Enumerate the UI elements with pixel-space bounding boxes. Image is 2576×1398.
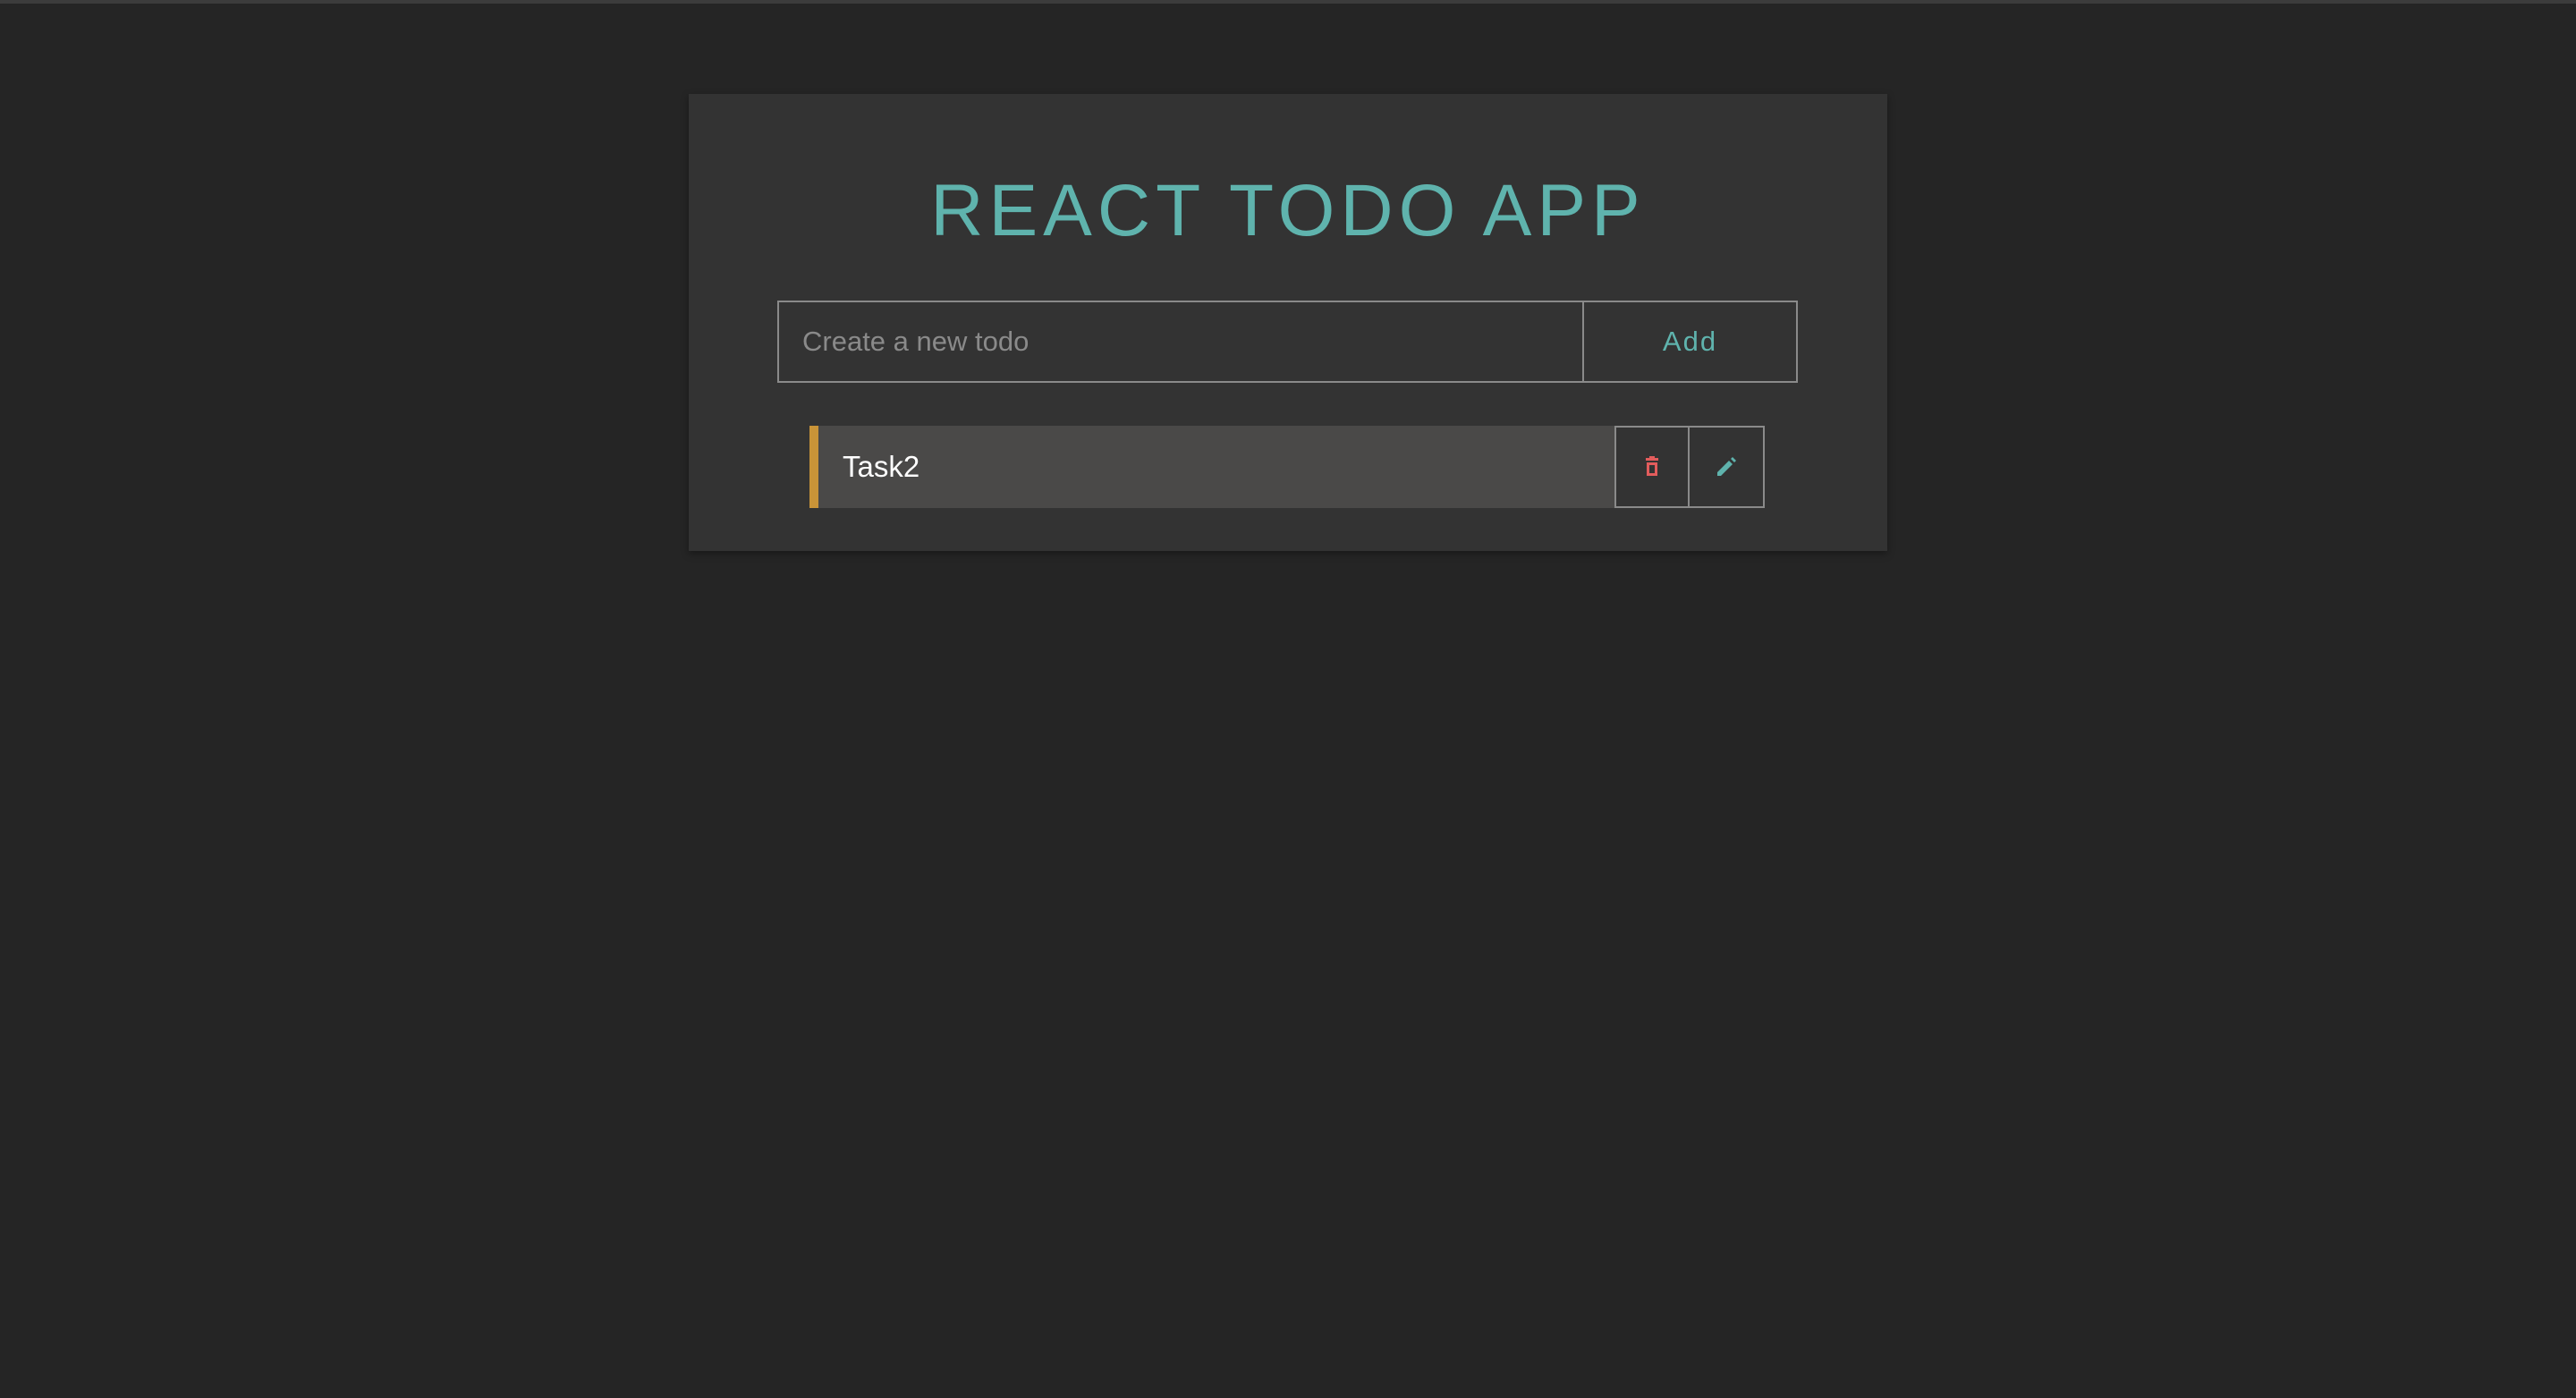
- todo-form: Add: [777, 301, 1798, 383]
- trash-icon: [1646, 456, 1658, 476]
- delete-button[interactable]: [1614, 426, 1690, 508]
- add-button[interactable]: Add: [1582, 301, 1798, 383]
- edit-button[interactable]: [1690, 426, 1765, 508]
- todo-item-body[interactable]: Task2: [809, 426, 1614, 508]
- todo-item-text: Task2: [843, 450, 920, 483]
- new-todo-input[interactable]: [777, 301, 1582, 383]
- todo-item: Task2: [809, 426, 1767, 508]
- pencil-icon: [1717, 457, 1736, 476]
- page-title: REACT TODO APP: [930, 170, 1646, 251]
- window-top-border: [0, 0, 2576, 4]
